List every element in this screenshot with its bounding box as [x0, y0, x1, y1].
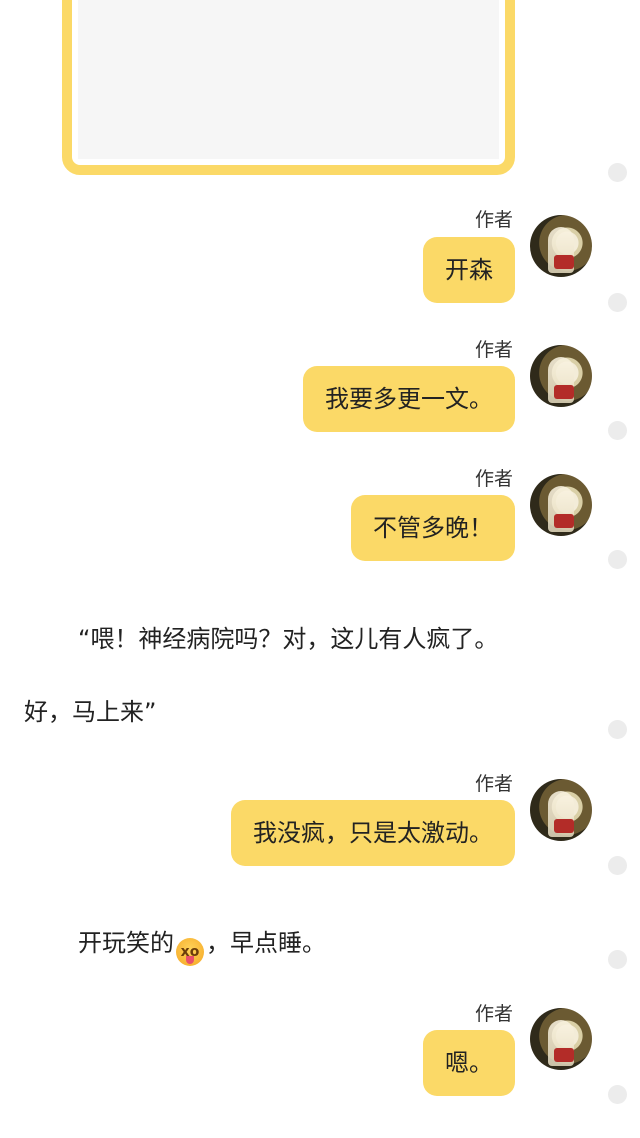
author-label: 作者	[474, 773, 513, 795]
narration-text: “喂！神经病院吗？对，这儿有人疯了。	[78, 625, 499, 653]
author-avatar[interactable]	[530, 779, 592, 841]
chat-bubble: 不管多晚！	[351, 495, 515, 561]
narration-text-after-emoji: ，早点睡。	[206, 929, 326, 957]
paragraph-comment-dot[interactable]	[608, 950, 627, 969]
author-avatar[interactable]	[530, 474, 592, 536]
chat-bubble: 嗯。	[423, 1030, 515, 1096]
chat-bubble: 开森	[423, 237, 515, 303]
chat-bubble: 我要多更一文。	[303, 366, 515, 432]
content-card-body	[78, 0, 499, 159]
author-avatar[interactable]	[530, 215, 592, 277]
paragraph-comment-dot[interactable]	[608, 163, 627, 182]
narration-text: 开玩笑的 xo ，早点睡。	[78, 923, 326, 966]
author-label: 作者	[474, 1003, 513, 1025]
author-label: 作者	[474, 209, 513, 231]
paragraph-comment-dot[interactable]	[608, 720, 627, 739]
author-label: 作者	[474, 468, 513, 490]
author-avatar[interactable]	[530, 1008, 592, 1070]
content-card	[62, 0, 515, 175]
narration-text: 好，马上来”	[24, 698, 157, 726]
author-label: 作者	[474, 339, 513, 361]
paragraph-comment-dot[interactable]	[608, 421, 627, 440]
paragraph-comment-dot[interactable]	[608, 856, 627, 875]
paragraph-comment-dot[interactable]	[608, 293, 627, 312]
paragraph-comment-dot[interactable]	[608, 1085, 627, 1104]
paragraph-comment-dot[interactable]	[608, 550, 627, 569]
narration-text-before-emoji: 开玩笑的	[78, 929, 174, 957]
chat-bubble: 我没疯，只是太激动。	[231, 800, 515, 866]
author-avatar[interactable]	[530, 345, 592, 407]
squinting-face-with-tongue-icon: xo	[176, 938, 204, 966]
